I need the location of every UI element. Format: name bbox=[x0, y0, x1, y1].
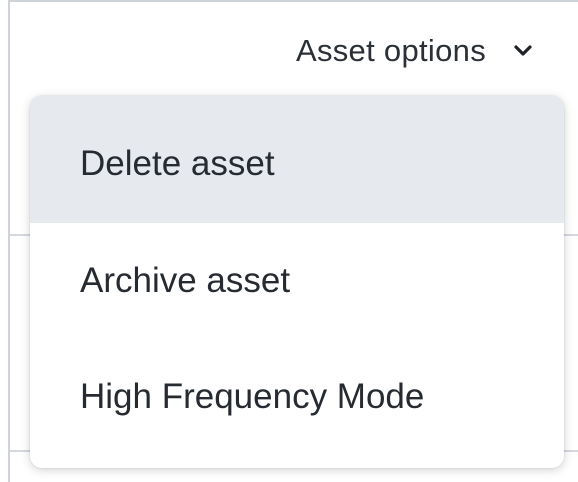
menu-item-label: Delete asset bbox=[80, 143, 275, 183]
menu-item-high-frequency-mode[interactable]: High Frequency Mode bbox=[30, 339, 564, 455]
asset-options-button[interactable]: Asset options bbox=[296, 30, 534, 72]
asset-options-menu: Delete asset Archive asset High Frequenc… bbox=[30, 96, 564, 468]
menu-item-label: Archive asset bbox=[80, 261, 291, 300]
menu-item-archive-asset[interactable]: Archive asset bbox=[30, 223, 564, 339]
menu-item-delete-asset[interactable]: Delete asset bbox=[30, 96, 564, 223]
menu-item-label: High Frequency Mode bbox=[80, 377, 425, 416]
asset-options-label: Asset options bbox=[295, 33, 486, 68]
chevron-down-icon bbox=[512, 40, 534, 62]
